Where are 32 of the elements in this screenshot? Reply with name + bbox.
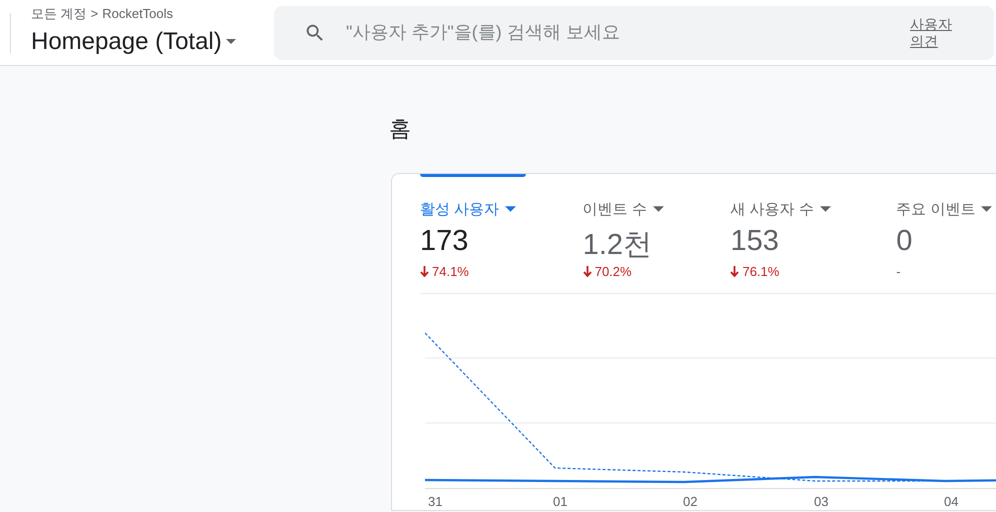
metric-change: -	[896, 264, 901, 279]
metric-tab[interactable]: 새 사용자 수	[730, 199, 896, 219]
metric-change: 70.2%	[594, 264, 632, 279]
caret-icon	[820, 206, 831, 212]
down-arrow-icon	[582, 266, 592, 277]
breadcrumb-link[interactable]: 모든 계정	[31, 4, 87, 22]
axis-label: 31	[428, 494, 442, 510]
caret-icon	[652, 206, 664, 212]
property-selector[interactable]: Homepage (Total)	[31, 28, 274, 56]
down-arrow-icon	[730, 266, 740, 277]
metric-value: 0	[896, 225, 914, 259]
axis-label: 04	[944, 494, 958, 510]
search-field[interactable]: "사용자 추가"을(를) 검색해 보세요 사용자 의견	[274, 6, 994, 60]
metric-value: 1.2천	[582, 228, 654, 261]
metric-tab[interactable]: 활성 사용자	[420, 199, 583, 219]
breadcrumb-current: RocketTools	[102, 6, 174, 21]
page-title: 홈	[389, 115, 411, 143]
axis-label: 01	[553, 494, 568, 510]
metric-tab[interactable]: 주요 이벤트	[896, 199, 996, 219]
axis-label: 02	[683, 494, 698, 510]
axis-label: 03	[814, 494, 828, 510]
caret-icon	[505, 206, 516, 212]
feedback-link[interactable]: 사용자 의견	[910, 16, 956, 50]
metric-value: 153	[730, 225, 780, 259]
metric-change: 76.1%	[742, 264, 780, 279]
metric-tab[interactable]: 이벤트 수	[582, 199, 730, 219]
metric-value: 173	[420, 225, 470, 259]
down-arrow-icon	[420, 266, 429, 277]
metric-change: 74.1%	[432, 264, 469, 279]
caret-icon	[981, 206, 992, 212]
breadcrumb-separator: >	[90, 6, 98, 21]
caret-icon	[226, 39, 236, 44]
